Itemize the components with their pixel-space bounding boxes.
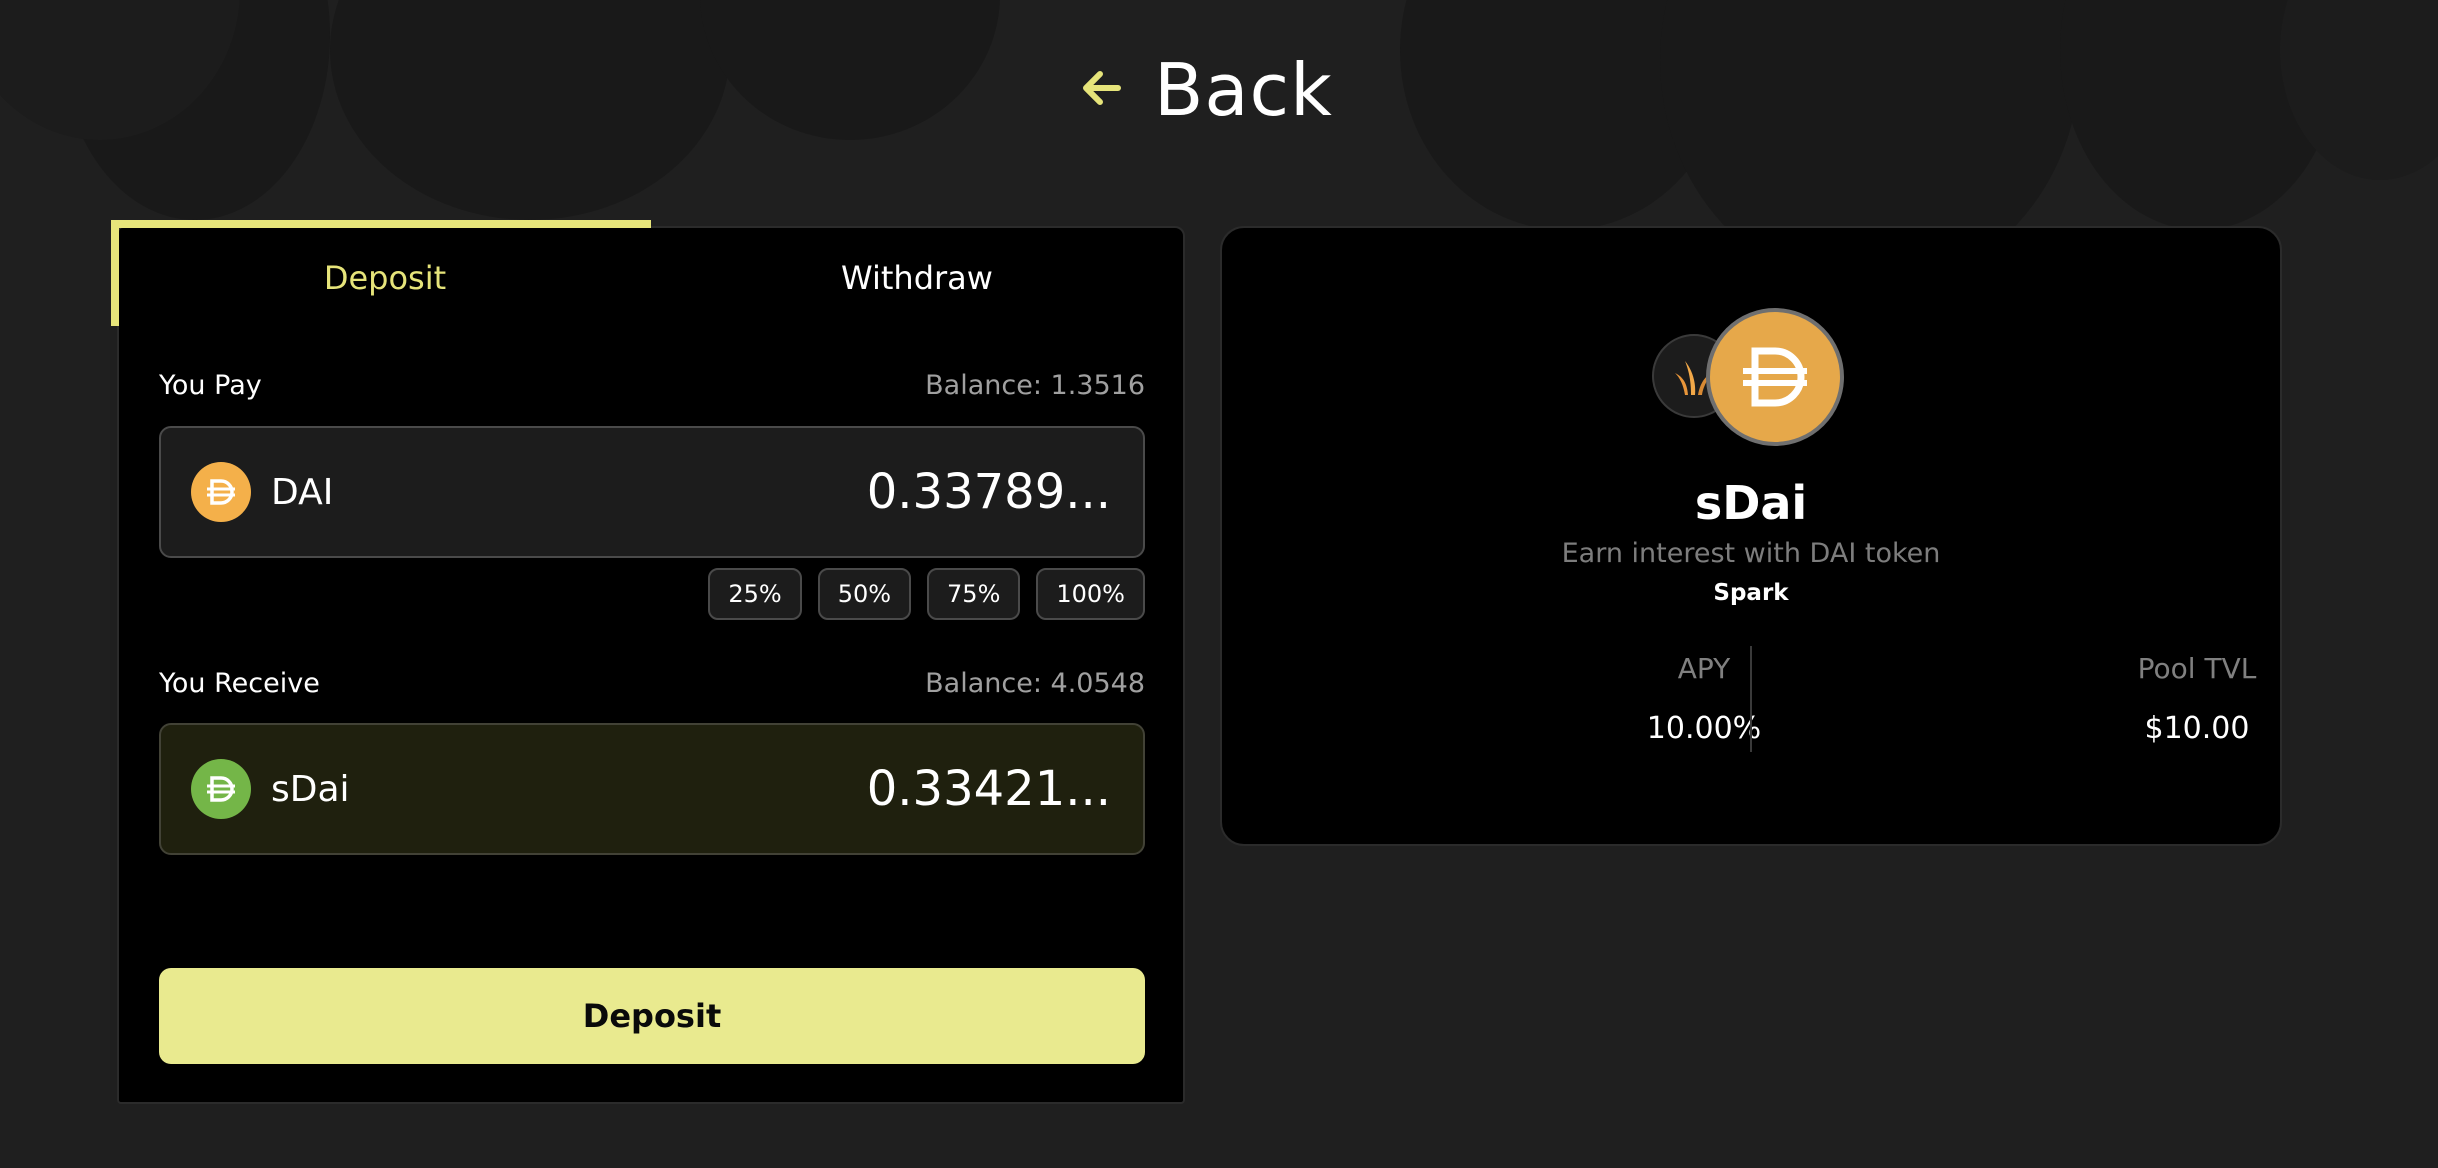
receive-amount-box: sDai [159,723,1145,855]
sdai-icon [191,759,251,819]
receive-token-name: sDai [271,768,350,810]
tab-bar: Deposit Withdraw [119,228,1183,328]
dai-token-icon [1706,308,1844,446]
receive-amount-field [611,761,1111,817]
pool-title: sDai [1694,476,1808,530]
deposit-button[interactable]: Deposit [159,968,1145,1064]
receive-balance: Balance: 4.0548 [925,668,1145,699]
pool-subtitle: Earn interest with DAI token [1561,538,1941,569]
arrow-left-icon [1078,64,1126,116]
tab-withdraw[interactable]: Withdraw [651,228,1183,328]
tvl-stat: Pool TVL $10.00 [1997,652,2397,746]
pay-amount-input[interactable] [611,464,1111,520]
apy-label: APY [1677,652,1731,685]
percent-25-button[interactable]: 25% [708,568,802,620]
tvl-value: $10.00 [2144,711,2250,746]
pay-balance: Balance: 1.3516 [925,370,1145,401]
pool-provider: Spark [1713,580,1789,606]
active-tab-indicator-edge [111,220,119,326]
percent-75-button[interactable]: 75% [927,568,1021,620]
back-link[interactable]: Back [1078,44,1333,136]
pool-info-card: sDai Earn interest with DAI token Spark … [1220,226,2282,846]
app-root: Back Deposit Withdraw You Pay Balance: 1… [0,0,2438,1168]
percent-buttons: 25% 50% 75% 100% [708,568,1145,620]
dai-icon [191,462,251,522]
stat-divider [1750,646,1752,752]
apy-value: 10.00% [1646,711,1762,746]
apy-stat: APY 10.00% [1504,652,1904,746]
receive-label: You Receive [159,668,320,699]
active-tab-indicator [111,220,651,228]
pool-logo [1652,308,1852,448]
pay-token-name: DAI [271,471,334,513]
tvl-label: Pool TVL [2137,652,2257,685]
back-label: Back [1154,48,1333,132]
trade-card: Deposit Withdraw You Pay Balance: 1.3516… [111,220,1185,1104]
pay-amount-box: DAI [159,426,1145,558]
tab-deposit[interactable]: Deposit [119,228,651,328]
percent-100-button[interactable]: 100% [1036,568,1145,620]
percent-50-button[interactable]: 50% [817,568,912,620]
pay-label: You Pay [159,370,262,401]
